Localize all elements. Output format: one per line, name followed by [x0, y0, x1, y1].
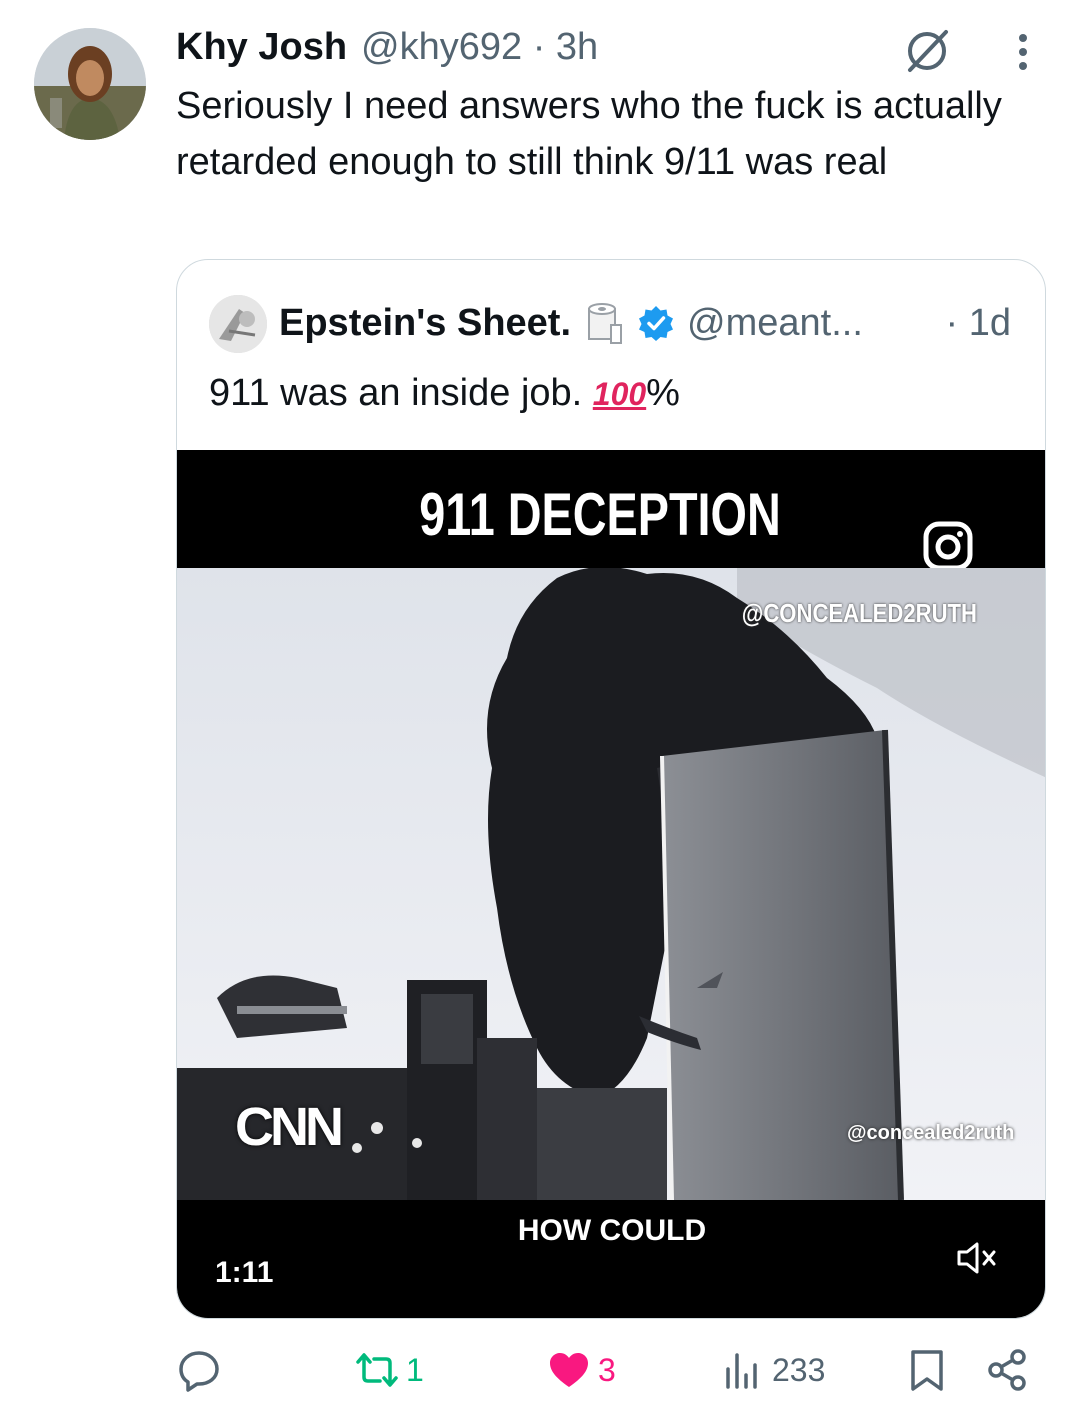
heart-filled-icon — [550, 1353, 588, 1387]
cnn-logo: CNN — [235, 1097, 344, 1157]
like-count: 3 — [598, 1351, 616, 1388]
verified-badge-icon[interactable] — [637, 304, 675, 342]
views-chart-icon — [726, 1353, 757, 1389]
reply-icon — [179, 1351, 219, 1392]
video-frame: @CONCEALED2RUTH @concealed2ruth CNN — [177, 568, 1045, 1200]
views-button[interactable]: 233 — [720, 1340, 825, 1400]
video-player[interactable]: 911 DECEPTION @CONCEALED2RUTH @concealed… — [177, 450, 1045, 1318]
quoted-time[interactable]: · 1d — [946, 302, 1019, 345]
author-avatar[interactable] — [34, 28, 146, 140]
retweet-button[interactable]: 1 — [354, 1340, 424, 1400]
tweet-header: Khy Josh @khy692 · 3h — [176, 24, 598, 70]
retweet-count: 1 — [406, 1351, 424, 1388]
muted-speaker-icon[interactable] — [955, 1238, 1001, 1278]
video-watermark-top: @CONCEALED2RUTH — [741, 598, 977, 628]
more-options-icon[interactable] — [1008, 30, 1038, 74]
grok-icon[interactable] — [902, 26, 952, 76]
like-button[interactable]: 3 — [546, 1340, 616, 1400]
avatar-photo — [34, 28, 146, 140]
hundred-points-icon: 100 — [592, 376, 647, 412]
quoted-text: 911 was an inside job. 100% — [209, 372, 680, 415]
quoted-tweet[interactable]: Epstein's Sheet. @meant... · 1d 911 was … — [176, 259, 1046, 1319]
quoted-author-avatar[interactable] — [209, 295, 267, 353]
share-icon — [988, 1349, 1026, 1391]
video-title: 911 DECEPTION — [419, 481, 781, 548]
bookmark-icon — [911, 1350, 943, 1391]
retweet-icon — [356, 1353, 398, 1387]
reply-button[interactable] — [176, 1340, 228, 1400]
tweet-text: Seriously I need answers who the fuck is… — [176, 85, 1002, 183]
quoted-author-handle[interactable]: @meant... — [687, 302, 863, 345]
author-name[interactable]: Khy Josh — [176, 26, 347, 69]
action-bar: 1 3 233 — [0, 1340, 1080, 1400]
instagram-icon — [922, 520, 974, 572]
share-button[interactable] — [984, 1340, 1030, 1400]
toilet-paper-icon — [583, 301, 625, 345]
video-caption: HOW COULD — [517, 1214, 707, 1247]
video-timestamp: 1:11 — [215, 1256, 274, 1289]
quoted-text-suffix: % — [646, 372, 680, 414]
bookmark-button[interactable] — [904, 1340, 950, 1400]
video-watermark-bottom: @concealed2ruth — [847, 1122, 1015, 1144]
author-handle-time[interactable]: @khy692 · 3h — [361, 26, 598, 69]
quoted-text-body: 911 was an inside job. — [209, 372, 583, 414]
quoted-author-name[interactable]: Epstein's Sheet. — [279, 302, 571, 345]
quoted-header: Epstein's Sheet. @meant... · 1d — [279, 298, 1019, 348]
views-count: 233 — [772, 1351, 826, 1388]
